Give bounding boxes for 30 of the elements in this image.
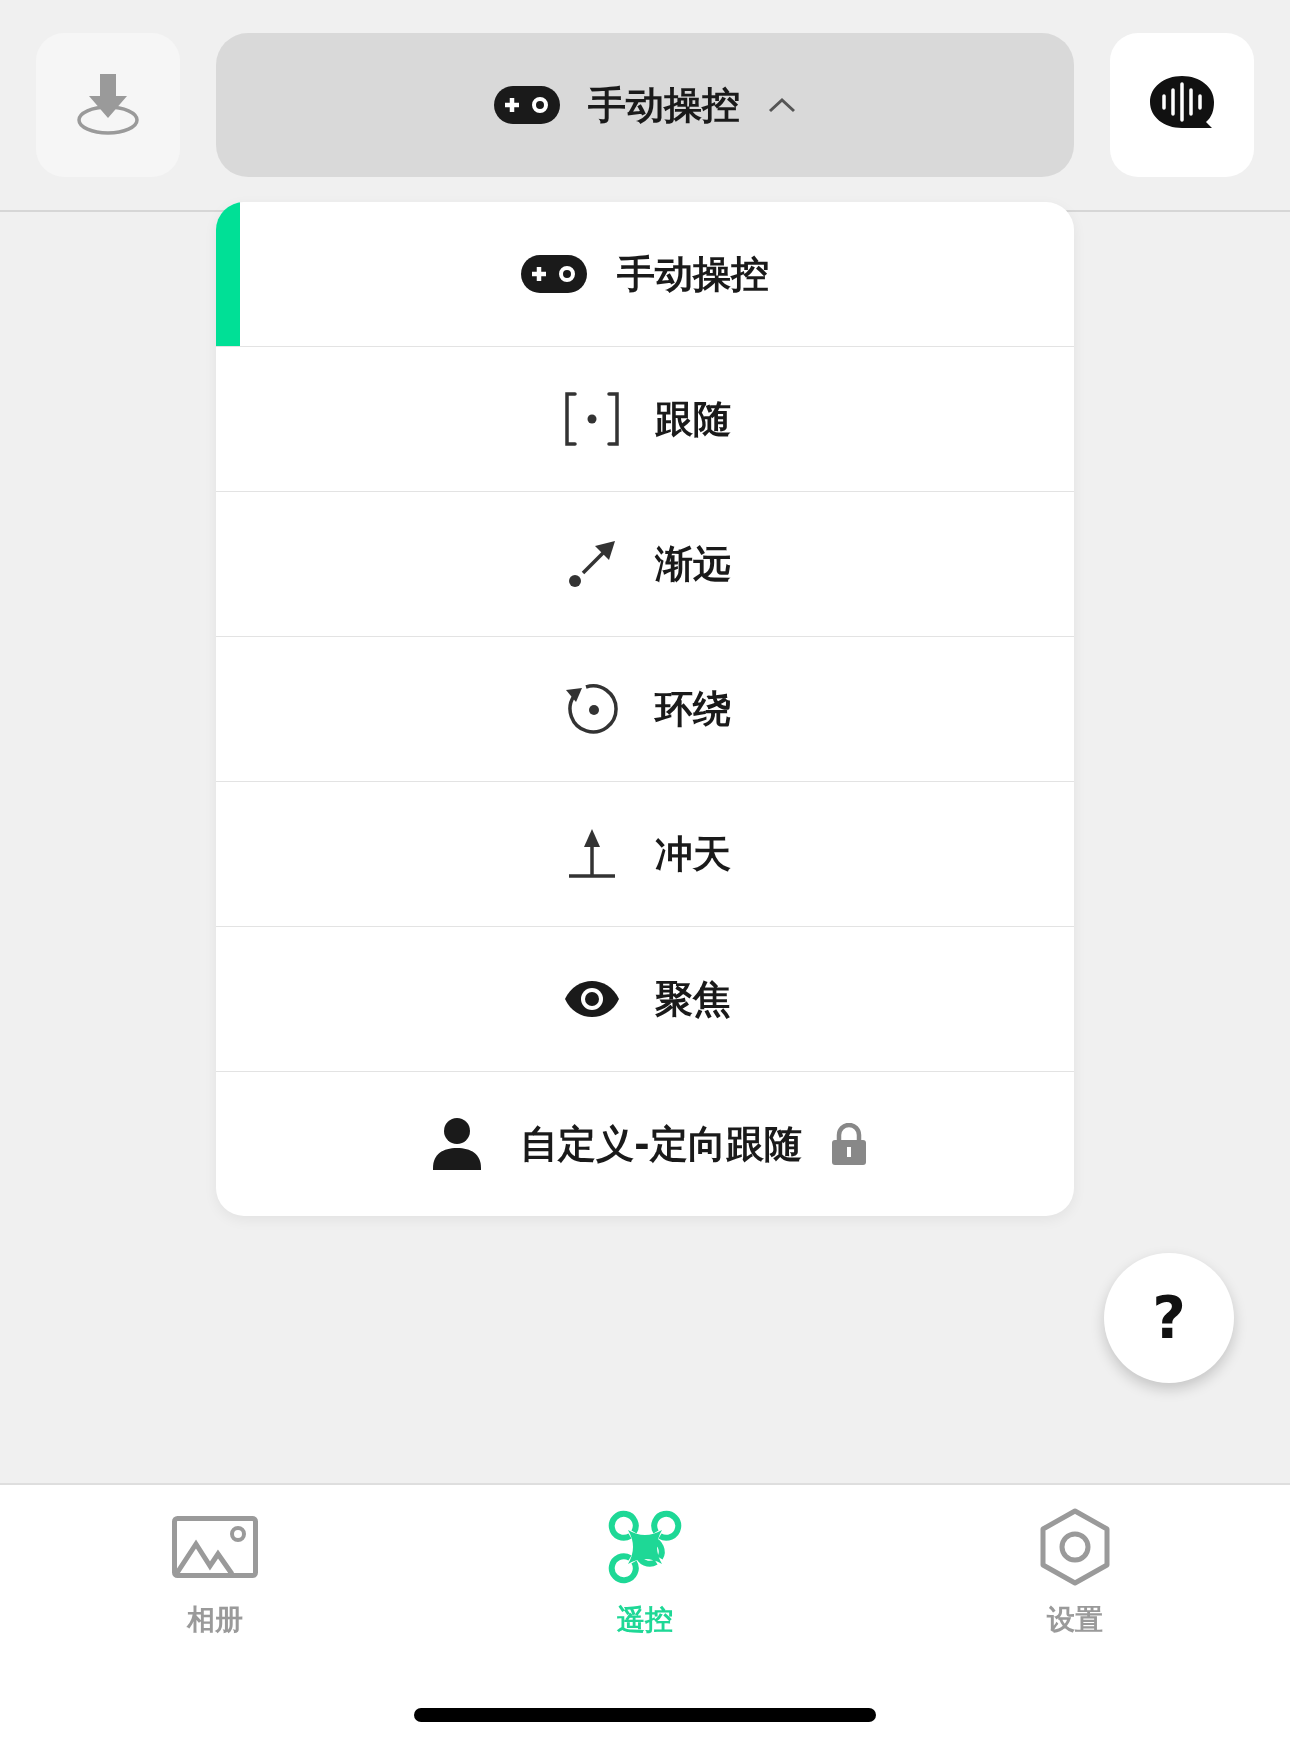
mode-label: 手动操控 bbox=[617, 250, 769, 298]
up-arrow-icon bbox=[568, 829, 616, 879]
help-button[interactable]: ? bbox=[1104, 1253, 1234, 1383]
mode-label: 自定义-定向跟随 bbox=[520, 1120, 802, 1168]
person-icon bbox=[433, 1118, 482, 1170]
drone-icon[interactable] bbox=[608, 1510, 682, 1584]
mode-menu-item[interactable]: 聚焦 bbox=[216, 927, 1074, 1072]
image-icon[interactable] bbox=[172, 1516, 258, 1578]
mode-menu-item[interactable]: 渐远 bbox=[216, 492, 1074, 637]
mode-menu-item[interactable]: 自定义-定向跟随 bbox=[216, 1072, 1074, 1216]
diagonal-arrow-icon bbox=[568, 540, 616, 588]
mode-label: 跟随 bbox=[655, 395, 731, 443]
mode-menu-item[interactable]: 跟随 bbox=[216, 347, 1074, 492]
download-button[interactable] bbox=[36, 33, 180, 177]
mode-menu-item[interactable]: 冲天 bbox=[216, 782, 1074, 927]
mode-menu-item[interactable]: 环绕 bbox=[216, 637, 1074, 782]
voice-chat-button[interactable] bbox=[1110, 33, 1254, 177]
orbit-icon bbox=[564, 682, 620, 736]
mode-label: 环绕 bbox=[655, 685, 731, 733]
focus-frame-icon bbox=[563, 392, 621, 446]
download-icon bbox=[76, 74, 140, 136]
gamepad-icon bbox=[521, 255, 587, 293]
mode-label: 聚焦 bbox=[655, 975, 731, 1023]
gamepad-icon bbox=[494, 86, 560, 124]
eye-icon bbox=[564, 979, 620, 1019]
mode-menu-item[interactable]: 手动操控 bbox=[216, 202, 1074, 347]
mode-dropdown[interactable]: 手动操控 bbox=[216, 33, 1074, 177]
settings-icon[interactable] bbox=[1039, 1508, 1111, 1586]
mode-label: 渐远 bbox=[655, 540, 731, 588]
mode-label: 冲天 bbox=[655, 830, 731, 878]
